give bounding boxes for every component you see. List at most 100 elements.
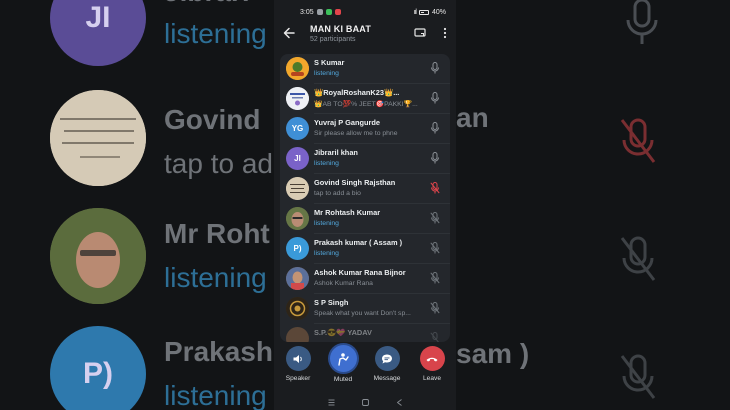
participant-status: listening — [314, 250, 339, 257]
bg-row-jibrari: JI Jibrari listening — [50, 0, 274, 70]
participant-name: Govind Singh Rajsthan — [314, 178, 396, 187]
avatar — [286, 327, 309, 342]
bg-status: tap to add — [164, 148, 274, 179]
participant-name: Jibraril khan — [314, 148, 358, 157]
participant-name: Ashok Kumar Rana Bijnor — [314, 268, 406, 277]
bg-name: Prakash — [164, 336, 273, 367]
whatsapp-icon — [325, 9, 332, 15]
avatar: P) — [286, 237, 309, 260]
leave-button[interactable] — [419, 346, 445, 371]
avatar: YG — [286, 117, 309, 140]
avatar-photo-icon — [286, 267, 309, 290]
participant-status: Speak what you want Don't sp... — [314, 310, 411, 317]
message-control[interactable]: Message — [367, 346, 407, 382]
mic-icon — [431, 122, 439, 134]
avatar: JI — [286, 147, 309, 170]
participant-name: S P Singh — [314, 298, 349, 307]
call-controls: Speaker Muted Message Leave — [274, 345, 456, 390]
recent-apps-icon[interactable] — [327, 398, 336, 407]
participant-row[interactable]: Ashok Kumar Rana Bijnor Ashok Kumar Rana — [280, 264, 450, 294]
avatar-photo-icon — [286, 207, 309, 230]
bg-row-prakash: P) Prakash listening — [50, 326, 274, 410]
leave-control[interactable]: Leave — [412, 346, 452, 382]
mic-icon — [431, 62, 439, 74]
participant-row[interactable]: YG Yuvraj P Gangurde Sir please allow me… — [280, 114, 450, 144]
participant-status: listening — [314, 70, 339, 77]
chat-title: MAN KI BAAT — [310, 24, 372, 34]
status-right: ııl 40% — [414, 9, 446, 16]
mic-muted-icon — [430, 272, 440, 284]
mute-button[interactable] — [329, 345, 357, 372]
back-nav-icon[interactable] — [395, 398, 404, 407]
message-button[interactable] — [374, 346, 400, 371]
participant-row[interactable]: Mr Rohtash Kumar listening — [280, 204, 450, 234]
background-right: an sam ) — [456, 0, 730, 410]
home-icon[interactable] — [361, 398, 370, 407]
participant-row[interactable]: JI Jibraril khan listening — [280, 144, 450, 174]
participant-row[interactable]: Govind Singh Rajsthan tap to add a bio — [280, 174, 450, 204]
notification-icon — [316, 9, 323, 15]
participant-row[interactable]: 👑RoyalRoshanK23👑... 👑AB TO💯% JEET🎯PAKKI🏆… — [280, 84, 450, 114]
mic-muted-icon — [430, 302, 440, 314]
muted-label: Muted — [333, 376, 353, 383]
mute-control[interactable]: Muted — [323, 345, 363, 383]
mic-icon — [431, 92, 439, 104]
message-label: Message — [373, 375, 401, 382]
battery-level: 40% — [431, 8, 446, 16]
participant-name: Yuvraj P Gangurde — [314, 118, 380, 127]
participant-name: Mr Rohtash Kumar — [314, 208, 381, 217]
participant-name: S Kumar — [314, 58, 345, 67]
bg-name: Mr Roht — [164, 218, 270, 249]
bg-avatar-photo-icon — [50, 208, 146, 304]
participants-list[interactable]: S Kumar listening 👑RoyalRoshanK23👑... 👑A… — [280, 54, 450, 342]
avatar-emblem-icon — [286, 297, 309, 320]
mic-muted-icon — [430, 242, 440, 254]
status-time: 3:05 — [300, 8, 314, 16]
status-bar: 3:05 ııl 40% — [274, 0, 456, 24]
participant-name: Prakash kumar ( Assam ) — [314, 238, 403, 247]
participant-row[interactable]: P) Prakash kumar ( Assam ) listening — [280, 234, 450, 264]
back-arrow-icon[interactable] — [282, 26, 296, 40]
leave-label: Leave — [423, 375, 441, 382]
hang-up-icon — [426, 357, 438, 361]
signal-icon: ııl — [413, 8, 418, 16]
more-menu-icon[interactable] — [439, 27, 451, 39]
battery-icon — [418, 9, 429, 15]
participant-row[interactable]: S Kumar listening — [280, 54, 450, 84]
speaker-control[interactable]: Speaker — [278, 346, 318, 382]
speaker-button[interactable] — [285, 346, 311, 371]
bg-status: listening — [164, 380, 267, 410]
android-nav-bar — [274, 394, 456, 410]
bg-mic-muted-icon — [620, 236, 656, 281]
avatar-logo-icon — [286, 87, 309, 110]
bg-status: listening — [164, 262, 267, 293]
bg-row-govind: Govind tap to add — [50, 90, 274, 190]
bg-mic-muted-red-icon — [620, 118, 656, 163]
avatar — [286, 87, 309, 110]
mic-icon — [431, 152, 439, 164]
participant-status: 👑AB TO💯% JEET🎯PAKKI🏆... — [314, 101, 418, 108]
mic-muted-icon — [430, 212, 440, 224]
participant-status: Sir please allow me to phne — [314, 130, 398, 137]
status-left: 3:05 — [300, 9, 341, 16]
participant-row[interactable]: S P Singh Speak what you want Don't sp..… — [280, 294, 450, 324]
screen: JI Jibrari listening Govind tap to add — [0, 0, 730, 410]
bg-avatar-govind — [50, 90, 146, 186]
bg-mic-muted-icon — [620, 354, 656, 399]
bg-fragment: sam ) — [456, 338, 530, 369]
header: MAN KI BAAT 52 participants — [274, 24, 456, 54]
bg-avatar-text-art-icon — [50, 90, 146, 186]
participant-status: Ashok Kumar Rana — [314, 280, 373, 287]
participant-count: 52 participants — [310, 36, 356, 43]
mic-muted-icon — [430, 332, 440, 342]
participant-row[interactable]: S.P.😎💝 YADAV — [280, 324, 450, 342]
bg-row-rohtash: Mr Roht listening — [50, 208, 274, 308]
avatar — [286, 297, 309, 320]
screen-share-icon[interactable] — [414, 27, 426, 39]
participant-status: listening — [314, 160, 339, 167]
phone-screen: 3:05 ııl 40% MAN KI BAAT 52 participants — [274, 0, 456, 410]
raise-hand-icon — [338, 352, 349, 366]
avatar — [286, 57, 309, 80]
participant-status: tap to add a bio — [314, 190, 361, 197]
speaker-label: Speaker — [285, 375, 311, 382]
